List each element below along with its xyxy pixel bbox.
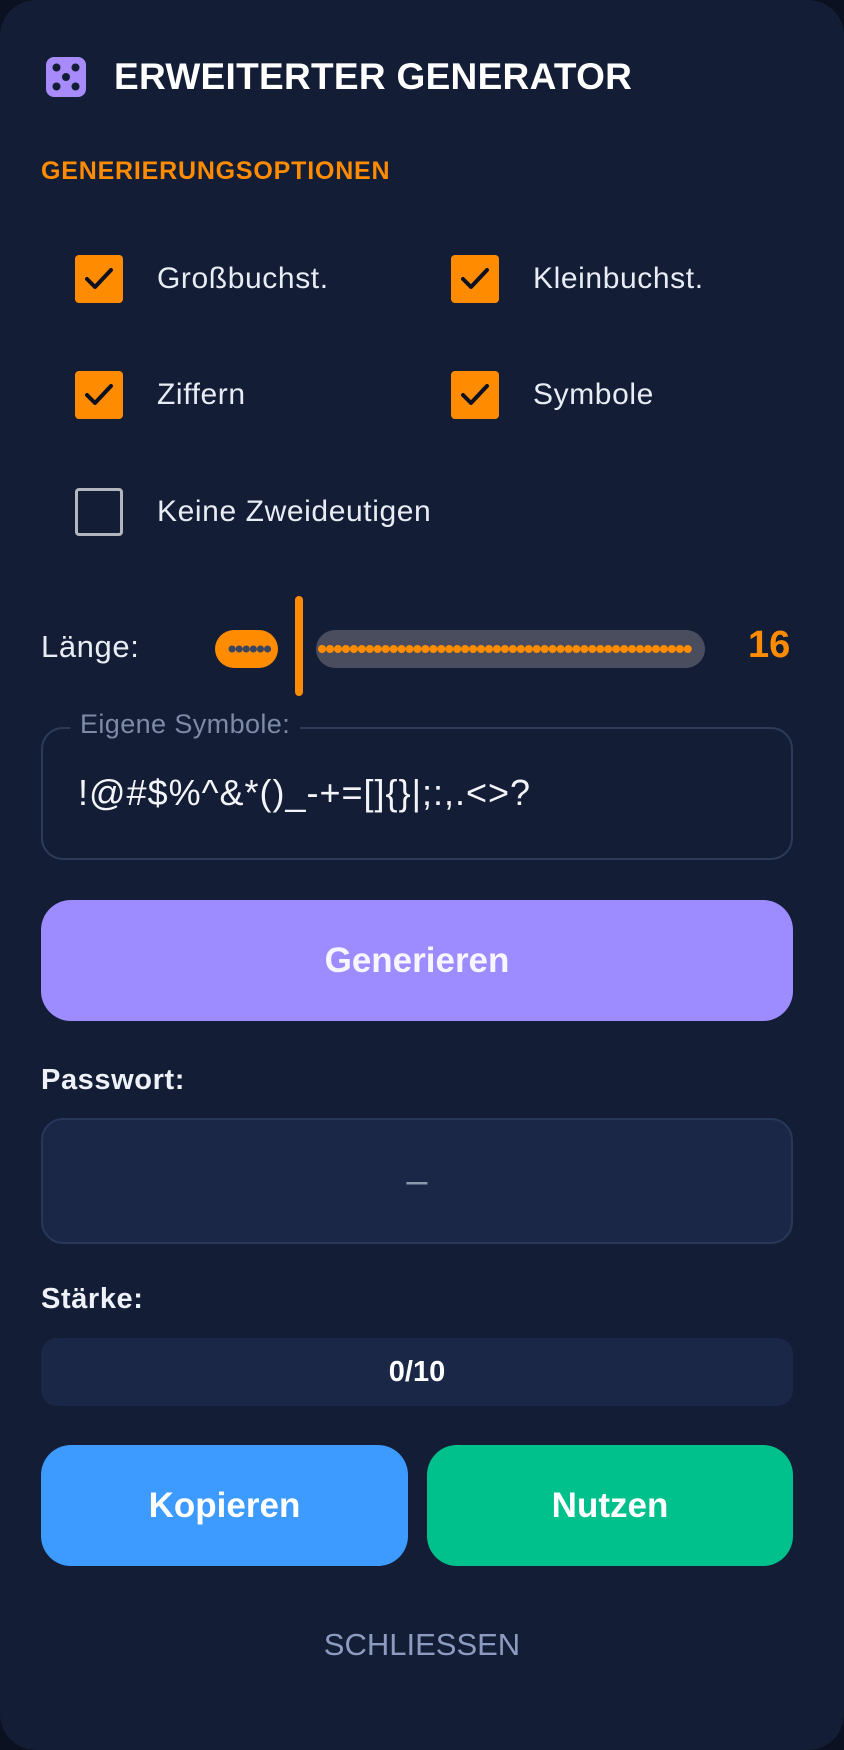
option-label: Ziffern (157, 378, 246, 411)
strength-bar: 0/10 (41, 1338, 793, 1406)
digits-checkbox[interactable] (75, 371, 123, 419)
option-no-ambiguous[interactable]: Keine Zweideutigen (75, 486, 431, 538)
option-label: Symbole (533, 378, 654, 411)
checkmark-icon (461, 384, 489, 405)
option-label: Großbuchst. (157, 262, 329, 295)
checkmark-icon (85, 268, 113, 289)
slider-thumb[interactable] (295, 596, 303, 696)
checkmark-icon (461, 268, 489, 289)
strength-text: 0/10 (388, 1355, 446, 1388)
dialog-title: ERWEITERTER GENERATOR (114, 56, 633, 97)
generate-button[interactable]: Generieren (41, 900, 793, 1021)
uppercase-checkbox[interactable] (75, 255, 123, 303)
close-button[interactable]: SCHLIESSEN (222, 1620, 622, 1670)
copy-button[interactable]: Kopieren (41, 1445, 408, 1566)
length-slider[interactable] (210, 590, 710, 700)
option-symbols[interactable]: Symbole (451, 369, 654, 421)
use-button[interactable]: Nutzen (427, 1445, 793, 1566)
length-value: 16 (748, 624, 791, 666)
length-label: Länge: (41, 629, 140, 664)
option-lowercase[interactable]: Kleinbuchst. (451, 253, 704, 305)
option-uppercase[interactable]: Großbuchst. (75, 253, 329, 305)
lowercase-checkbox[interactable] (451, 255, 499, 303)
dice-icon (46, 57, 86, 97)
password-label: Passwort: (41, 1064, 185, 1096)
option-label: Keine Zweideutigen (157, 495, 432, 528)
strength-label: Stärke: (41, 1283, 144, 1315)
option-digits[interactable]: Ziffern (75, 369, 246, 421)
custom-symbols-input[interactable] (78, 768, 768, 818)
custom-symbols-label: Eigene Symbole: (70, 709, 301, 740)
options-section-label: GENERIERUNGSOPTIONEN (41, 157, 391, 185)
dialog-header: ERWEITERTER GENERATOR (44, 52, 632, 102)
password-display[interactable]: – (41, 1118, 793, 1244)
checkmark-icon (85, 384, 113, 405)
symbols-checkbox[interactable] (451, 371, 499, 419)
password-value: – (406, 1159, 428, 1202)
no-ambiguous-checkbox[interactable] (75, 488, 123, 536)
generator-dialog: ERWEITERTER GENERATOR GENERIERUNGSOPTION… (0, 0, 844, 1750)
option-label: Kleinbuchst. (533, 262, 704, 295)
